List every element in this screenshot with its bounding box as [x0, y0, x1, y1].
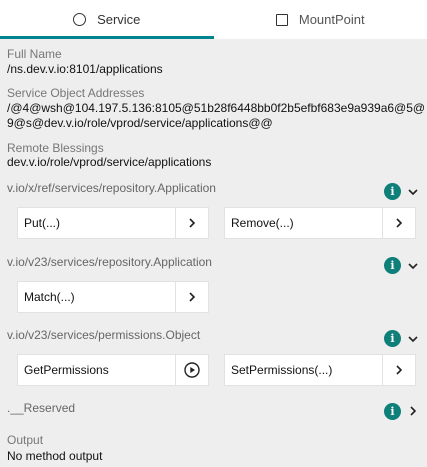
method-label: Match(...)	[24, 290, 75, 304]
radio-icon	[73, 13, 87, 26]
addresses-value: /@4@wsh@104.197.5.136:8105@51b28f6448bb0…	[7, 101, 426, 130]
run-method-button[interactable]	[382, 355, 415, 385]
full-name-label: Full Name	[7, 47, 62, 61]
run-method-button[interactable]	[382, 208, 415, 238]
output-value: No method output	[7, 449, 103, 463]
method-card-put: Put(...)	[17, 207, 209, 239]
tab-service-label: Service	[97, 12, 141, 27]
addresses-label: Service Object Addresses	[7, 86, 145, 100]
method-card-getpermissions: GetPermissions	[17, 354, 209, 386]
checkbox-icon	[275, 13, 288, 26]
info-icon[interactable]: i	[384, 403, 401, 420]
play-circle-icon	[184, 362, 200, 378]
method-card-match: Match(...)	[17, 281, 209, 313]
run-method-button[interactable]	[175, 282, 208, 312]
chevron-right-icon[interactable]	[407, 405, 419, 417]
tab-mountpoint-label: MountPoint	[298, 12, 365, 27]
chevron-right-icon	[396, 218, 403, 228]
method-label: GetPermissions	[24, 363, 109, 377]
full-name-value: /ns.dev.v.io:8101/applications	[7, 62, 163, 76]
interface-name: v.io/v23/services/repository.Application	[7, 255, 212, 269]
tab-bar: Service MountPoint	[0, 0, 427, 39]
tab-mountpoint[interactable]: MountPoint	[213, 0, 427, 39]
chevron-right-icon	[189, 292, 196, 302]
info-icon[interactable]: i	[384, 183, 401, 200]
tab-service[interactable]: Service	[0, 0, 214, 39]
method-label: Put(...)	[24, 216, 61, 230]
method-card-remove: Remove(...)	[224, 207, 416, 239]
chevron-down-icon[interactable]	[407, 333, 419, 345]
chevron-down-icon[interactable]	[407, 186, 419, 198]
chevron-right-icon	[396, 365, 403, 375]
blessings-value: dev.v.io/role/vprod/service/applications	[7, 155, 212, 169]
info-icon[interactable]: i	[384, 257, 401, 274]
method-label: SetPermissions(...)	[231, 363, 333, 377]
run-method-button[interactable]	[175, 208, 208, 238]
chevron-right-icon	[189, 218, 196, 228]
interface-name: v.io/v23/services/permissions.Object	[7, 328, 201, 342]
interface-name: v.io/x/ref/services/repository.Applicati…	[7, 181, 216, 195]
blessings-label: Remote Blessings	[7, 141, 104, 155]
method-card-setpermissions: SetPermissions(...)	[224, 354, 416, 386]
interface-name: .__Reserved	[7, 401, 76, 415]
invoke-method-button[interactable]	[175, 355, 208, 385]
info-icon[interactable]: i	[384, 330, 401, 347]
chevron-down-icon[interactable]	[407, 260, 419, 272]
method-label: Remove(...)	[231, 216, 294, 230]
output-label: Output	[7, 433, 44, 447]
